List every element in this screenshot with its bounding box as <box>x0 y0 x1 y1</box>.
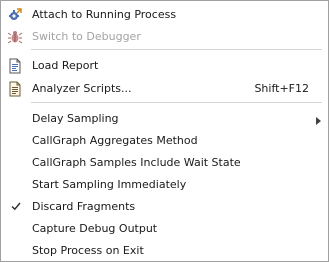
menu-item-stop-process-on-exit[interactable]: Stop Process on Exit <box>3 241 326 261</box>
script-document-icon <box>7 81 23 97</box>
menu-item-label: Discard Fragments <box>32 200 136 213</box>
menu-item-label: Stop Process on Exit <box>32 244 144 257</box>
menu-item-analyzer-scripts[interactable]: Analyzer Scripts... Shift+F12 <box>3 79 326 99</box>
menu-item-callgraph-samples-include-wait-state[interactable]: CallGraph Samples Include Wait State <box>3 153 326 173</box>
menu-item-label: Analyzer Scripts... <box>32 82 132 95</box>
context-menu: Attach to Running Process Switch to Debu… <box>0 0 329 262</box>
menu-item-start-sampling-immediately[interactable]: Start Sampling Immediately <box>3 175 326 195</box>
menu-item-load-report[interactable]: Load Report <box>3 56 326 76</box>
submenu-arrow-icon <box>316 115 322 125</box>
menu-item-capture-debug-output[interactable]: Capture Debug Output <box>3 219 326 239</box>
menu-item-delay-sampling[interactable]: Delay Sampling <box>3 109 326 129</box>
menu-item-switch-to-debugger[interactable]: Switch to Debugger <box>3 27 326 47</box>
menu-item-label: Capture Debug Output <box>32 222 158 235</box>
menu-item-label: Start Sampling Immediately <box>32 178 187 191</box>
menu-item-label: CallGraph Samples Include Wait State <box>32 156 241 169</box>
checkmark-icon <box>10 200 22 212</box>
menu-separator <box>31 102 322 103</box>
menu-item-attach-to-running-process[interactable]: Attach to Running Process <box>3 5 326 25</box>
menu-item-label: Switch to Debugger <box>32 30 141 43</box>
menu-item-label: Delay Sampling <box>32 112 119 125</box>
menu-item-callgraph-aggregates-method[interactable]: CallGraph Aggregates Method <box>3 131 326 151</box>
menu-item-label: Load Report <box>32 59 99 72</box>
menu-item-label: CallGraph Aggregates Method <box>32 134 198 147</box>
report-document-icon <box>7 58 23 74</box>
menu-item-shortcut: Shift+F12 <box>254 82 309 95</box>
menu-item-label: Attach to Running Process <box>32 8 177 21</box>
menu-item-discard-fragments[interactable]: Discard Fragments <box>3 197 326 217</box>
menu-separator <box>31 49 322 50</box>
attach-process-icon <box>7 7 23 23</box>
debugger-bug-icon <box>7 29 23 45</box>
